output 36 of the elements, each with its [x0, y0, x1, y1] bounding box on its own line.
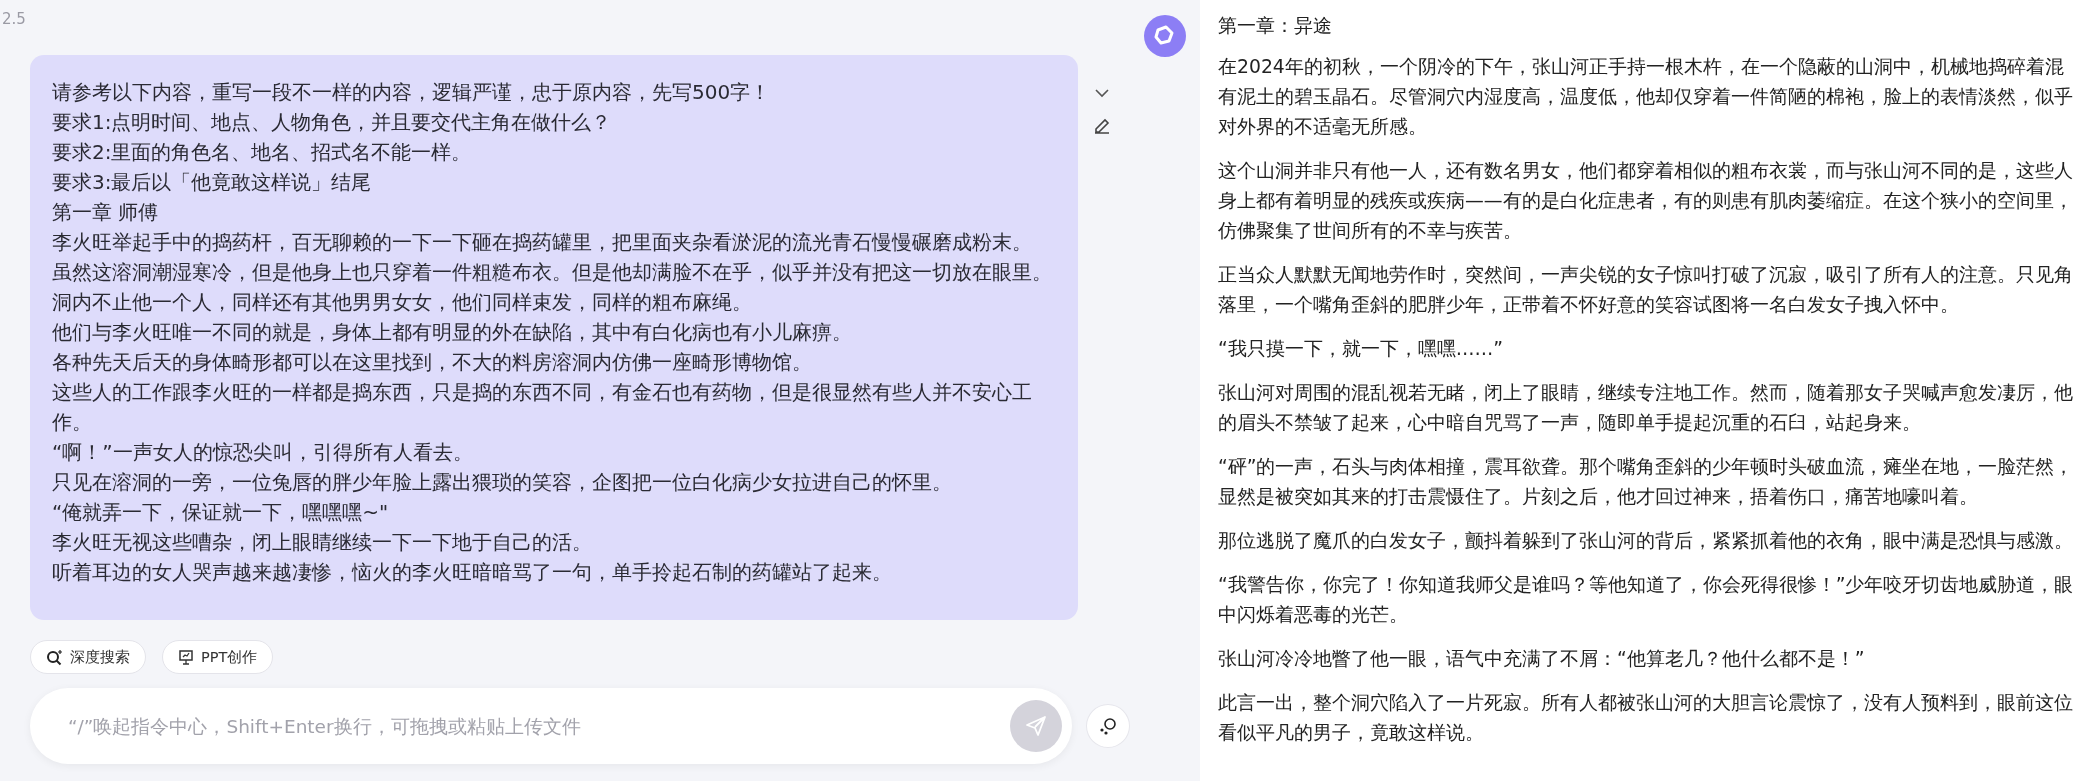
- reply-paragraph: 此言一出，整个洞穴陷入了一片死寂。所有人都被张山河的大胆言论震惊了，没有人预料到，眼前这位看似平凡的男子，竟敢这样说。: [1218, 691, 2074, 745]
- reply-paragraph: 那位逃脱了魔爪的白发女子，颤抖着躲到了张山河的背后，紧紧抓着他的衣角，眼中满是恐惧与感激。: [1218, 529, 2074, 553]
- message-input[interactable]: “/”唤起指令中心，Shift+Enter换行，可拖拽或粘贴上传文件: [66, 714, 1011, 738]
- message-line: 要求1:点明时间、地点、人物角色，并且要交代主角在做什么？: [52, 109, 613, 136]
- message-line: 洞内不止他一个人，同样还有其他男男女女，他们同样束发，同样的粗布麻绳。: [52, 289, 753, 316]
- composer-field[interactable]: “/”唤起指令中心，Shift+Enter换行，可拖拽或粘贴上传文件: [30, 688, 1073, 764]
- message-line: 这些人的工作跟李火旺的一样都是捣东西，只是捣的东西不同，有金石也有药物，但是很显然有些人并不安心工作。: [52, 379, 1033, 436]
- tool-chip[interactable]: 深度搜索: [30, 640, 146, 674]
- message-line: 第一章 师傅: [52, 199, 160, 226]
- message-line: 李火旺举起手中的捣药杆，百无聊赖的一下一下砸在捣药罐里，把里面夹杂看淤泥的流光青石慢慢碾磨成粉末。: [52, 229, 1033, 256]
- message-line: 请参考以下内容，重写一段不一样的内容，逻辑严谨，忠于原内容，先写500字！: [52, 79, 772, 106]
- message-line: “俺就弄一下，保证就一下，嘿嘿嘿~": [52, 499, 390, 526]
- reply-paragraph: 这个山洞并非只有他一人，还有数名男女，他们都穿着相似的粗布衣裳，而与张山河不同的是，这些人身上都有着明显的残疾或疾病——有的是白化症患者，有的则患有肌肉萎缩症。在这个狭小的空间里，仿佛聚集了世间所有的不幸与疾苦。: [1218, 159, 2074, 243]
- message-line: 要求2:里面的角色名、地名、招式名不能一样。: [52, 139, 473, 166]
- message-line: 各种先天后天的身体畸形都可以在这里找到，不大的料房溶洞内仿佛一座畸形博物馆。: [52, 349, 813, 376]
- expand-button[interactable]: [1086, 704, 1130, 748]
- reply-paragraph: 在2024年的初秋，一个阴冷的下午，张山河正手持一根木杵，在一个隐蔽的山洞中，机械地捣碎着混有泥土的碧玉晶石。尽管洞穴内湿度高，温度低，他却仅穿着一件简陋的棉袍，脸上的表情淡然，似乎对外界的不适毫无所感。: [1218, 55, 2074, 139]
- reply-paragraph: “砰”的一声，石头与肉体相撞，震耳欲聋。那个嘴角歪斜的少年顿时头破血流，瘫坐在地，一脸茫然，显然是被突如其来的打击震慑住了。片刻之后，他才回过神来，捂着伤口，痛苦地嚎叫着。: [1218, 455, 2075, 509]
- message-line: 只见在溶洞的一旁，一位兔唇的胖少年脸上露出猥琐的笑容，企图把一位白化病少女拉进自己的怀里。: [52, 469, 953, 496]
- message-line: 虽然这溶洞潮湿寒冷，但是他身上也只穿着一件粗糙布衣。但是他却满脸不在乎，似乎并没有把这一切放在眼里。: [52, 259, 1053, 286]
- message-line: 听着耳边的女人哭声越来越凄惨，恼火的李火旺暗暗骂了一句，单手拎起石制的药罐站了起来。: [52, 559, 893, 586]
- version-label: 2.5: [1, 9, 27, 30]
- message-line: 要求3:最后以「他竟敢这样说」结尾: [52, 169, 373, 196]
- reply-paragraph: 张山河冷冷地瞥了他一眼，语气中充满了不屑：“他算老几？他什么都不是！”: [1218, 647, 1866, 671]
- tool-chip[interactable]: PPT创作: [162, 640, 274, 674]
- reply-paragraph: “我警告你，你完了！你知道我师父是谁吗？等他知道了，你会死得很惨！”少年咬牙切齿地威胁道，眼中闪烁着恶毒的光芒。: [1218, 573, 2075, 627]
- paper-plane-icon: [1024, 714, 1049, 738]
- message-line: 李火旺无视这些嘈杂，闭上眼睛继续一下一下地于自己的活。: [52, 529, 593, 556]
- chapter-title: 第一章：异途: [1218, 14, 1333, 38]
- reply-paragraph: 正当众人默默无闻地劳作时，突然间，一声尖锐的女子惊叫打破了沉寂，吸引了所有人的注意。只见角落里，一个嘴角歪斜的肥胖少年，正带着不怀好意的笑容试图将一名白发女子拽入怀中。: [1218, 263, 2074, 317]
- message-line: 他们与李火旺唯一不同的就是，身体上都有明显的外在缺陷，其中有白化病也有小儿麻痹。: [52, 319, 853, 346]
- reply-paragraph: “我只摸一下，就一下，嘿嘿……”: [1218, 337, 1505, 361]
- message-line: “啊！”一声女人的惊恐尖叫，引得所有人看去。: [52, 439, 474, 466]
- presentation-icon: [178, 649, 194, 665]
- assistant-avatar-icon: [1144, 15, 1186, 57]
- reply-paragraph: 张山河对周围的混乱视若无睹，闭上了眼睛，继续专注地工作。然而，随着那女子哭喊声愈发凄厉，他的眉头不禁皱了起来，心中暗自咒骂了一声，随即单手提起沉重的石臼，站起身来。: [1218, 381, 2074, 435]
